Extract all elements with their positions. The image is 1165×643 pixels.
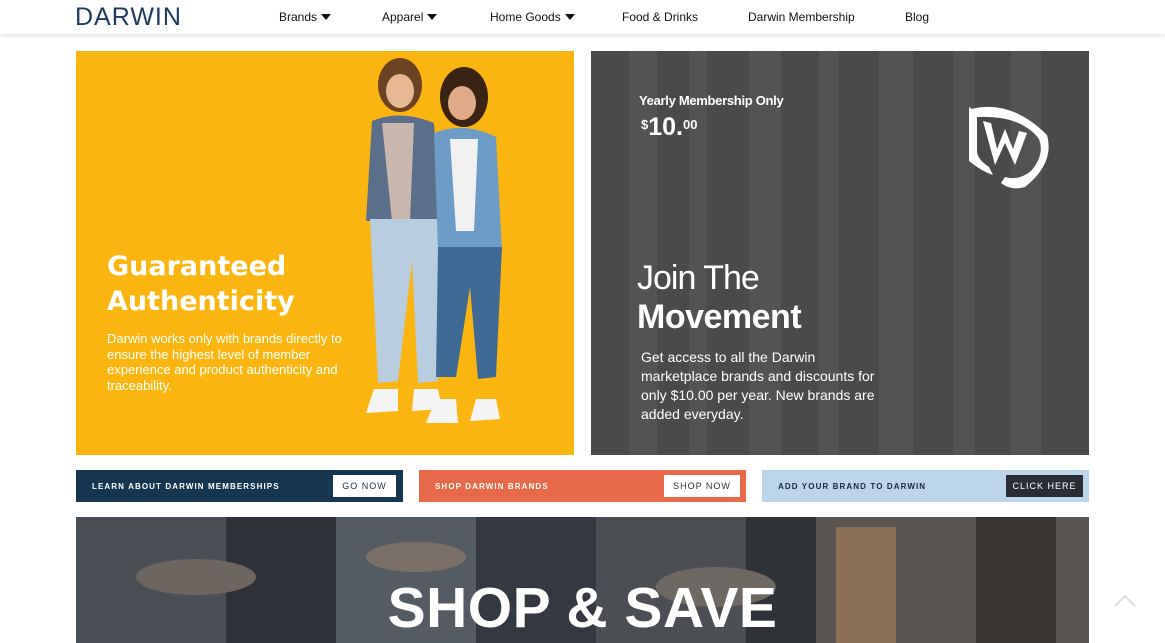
nav-blog[interactable]: Blog (905, 10, 929, 24)
caret-down-icon (564, 14, 575, 20)
nav-darwin-membership-label: Darwin Membership (748, 10, 855, 24)
yearly-membership-label: Yearly Membership Only (639, 93, 784, 108)
authenticity-title: Guaranteed Authenticity (107, 249, 295, 319)
shop-now-button[interactable]: SHOP NOW (664, 475, 740, 497)
nav-home-goods-label: Home Goods (490, 10, 561, 24)
authenticity-title-line2: Authenticity (107, 286, 295, 317)
cta-bar-add-brand: ADD YOUR BRAND TO DARWIN CLICK HERE (762, 470, 1089, 502)
nav-darwin-membership[interactable]: Darwin Membership (748, 10, 855, 24)
top-navigation-bar: DARWIN Brands Apparel Home Goods Food & … (0, 0, 1165, 34)
nav-food-drinks[interactable]: Food & Drinks (622, 10, 698, 24)
nav-home-goods[interactable]: Home Goods (490, 10, 575, 24)
models-photo (366, 58, 502, 423)
price-whole: 10. (648, 113, 683, 141)
darwin-logo[interactable]: DARWIN (75, 3, 182, 32)
price-currency-symbol: $ (641, 117, 649, 132)
price-cents: 00 (683, 117, 698, 132)
click-here-button[interactable]: CLICK HERE (1006, 475, 1083, 497)
authenticity-hero-card[interactable]: Guaranteed Authenticity Darwin works onl… (76, 51, 574, 455)
cta-memberships-label: LEARN ABOUT DARWIN MEMBERSHIPS (92, 481, 280, 491)
join-title-line2: Movement (637, 298, 802, 336)
nav-blog-label: Blog (905, 10, 930, 24)
membership-hero-card[interactable]: Yearly Membership Only $10.00 Join The M… (591, 51, 1089, 455)
membership-description: Get access to all the Darwin marketplace… (641, 349, 875, 422)
authenticity-title-line1: Guaranteed (107, 251, 287, 282)
cta-add-brand-label: ADD YOUR BRAND TO DARWIN (778, 481, 927, 491)
cta-bar-memberships: LEARN ABOUT DARWIN MEMBERSHIPS GO NOW (76, 470, 403, 502)
nav-apparel-label: Apparel (382, 10, 424, 24)
caret-down-icon (427, 14, 438, 20)
go-now-button[interactable]: GO NOW (333, 475, 396, 497)
darwin-w-logo-icon (969, 106, 1049, 189)
nav-apparel[interactable]: Apparel (382, 10, 438, 24)
authenticity-description: Darwin works only with brands directly t… (107, 331, 342, 393)
join-movement-title: Join The Movement (637, 259, 802, 337)
scroll-to-top-icon[interactable] (1113, 590, 1137, 610)
join-title-line1: Join The (637, 259, 760, 297)
cta-shop-brands-label: SHOP DARWIN BRANDS (435, 481, 549, 491)
nav-brands-label: Brands (279, 10, 318, 24)
caret-down-icon (321, 14, 332, 20)
shop-and-save-title: SHOP & SAVE (387, 576, 778, 640)
membership-price: $10.00 (641, 113, 697, 142)
nav-brands[interactable]: Brands (279, 10, 332, 24)
nav-food-drinks-label: Food & Drinks (622, 10, 699, 24)
shop-and-save-banner[interactable]: SHOP & SAVE (76, 517, 1089, 643)
cta-bar-shop-brands: SHOP DARWIN BRANDS SHOP NOW (419, 470, 746, 502)
